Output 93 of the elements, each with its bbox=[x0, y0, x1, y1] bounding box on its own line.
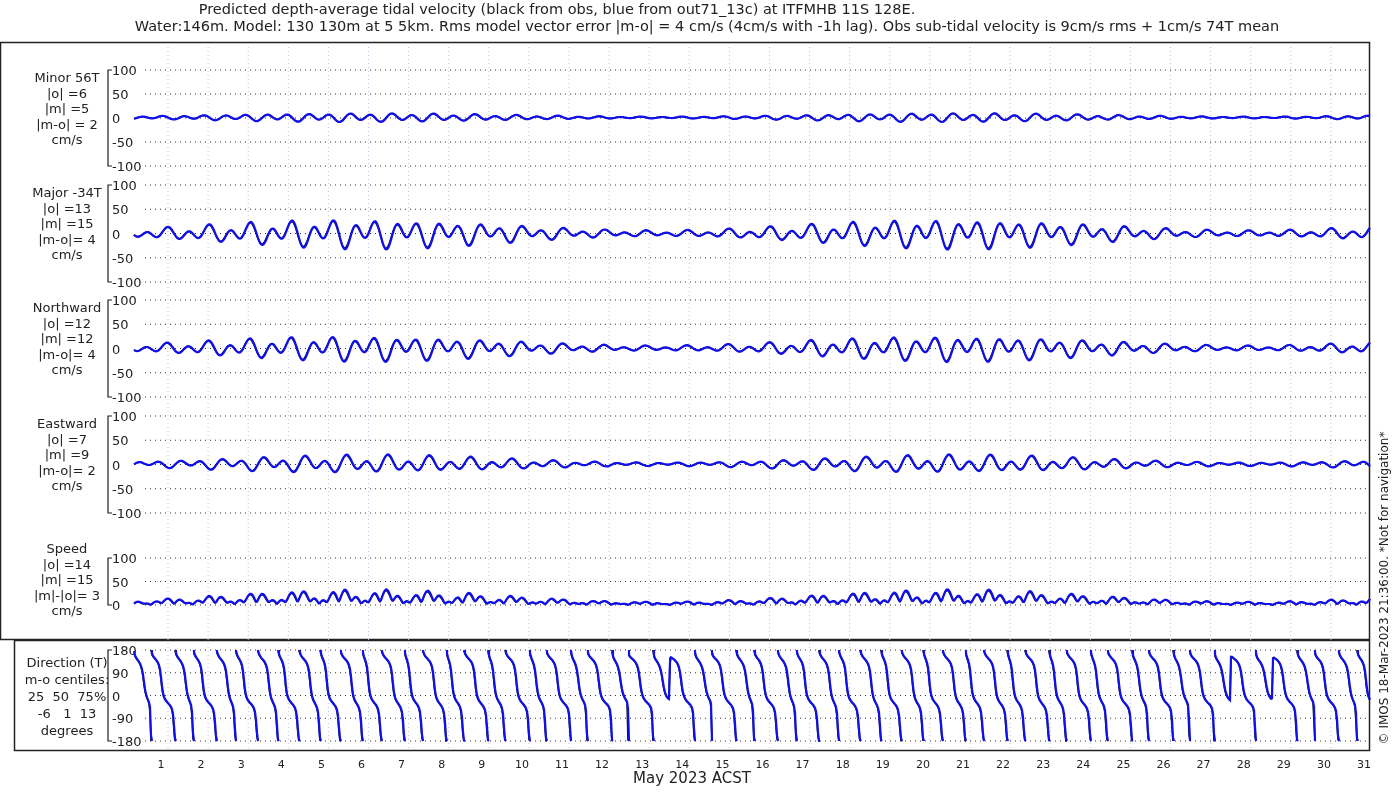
y-tick-label: -50 bbox=[112, 250, 134, 266]
x-tick-label: 27 bbox=[1196, 758, 1211, 771]
chart-title: Predicted depth-average tidal velocity (black from obs, blue from out71_13c) at ITFMHB 11S 128E. bbox=[198, 1, 916, 17]
y-tick-label: -100 bbox=[112, 159, 142, 174]
x-tick-label: 28 bbox=[1236, 758, 1251, 771]
x-tick-label: 5 bbox=[317, 758, 325, 771]
x-tick-label: 10 bbox=[514, 758, 529, 771]
x-tick-label: 31 bbox=[1357, 758, 1371, 771]
x-tick-label: 19 bbox=[875, 758, 890, 771]
y-tick-label: 0 bbox=[112, 341, 121, 357]
y-tick-label: -50 bbox=[112, 365, 134, 381]
y-axis bbox=[107, 557, 113, 606]
x-tick-label: 22 bbox=[996, 758, 1011, 771]
x-tick-label: 29 bbox=[1276, 758, 1291, 771]
y-tick-label: 50 bbox=[112, 574, 129, 590]
panel-label: |m-o|= 2 bbox=[38, 462, 96, 478]
x-tick-label: 6 bbox=[358, 758, 365, 771]
y-tick-label: 100 bbox=[112, 178, 137, 193]
panel-label: cm/s bbox=[51, 603, 83, 618]
panel-label: Speed bbox=[46, 541, 88, 556]
y-tick-label: 0 bbox=[112, 111, 121, 126]
y-tick-label: 50 bbox=[112, 87, 129, 102]
x-tick-label: 24 bbox=[1076, 758, 1091, 771]
panel-label: |m|-|o|= 3 bbox=[33, 587, 101, 603]
panel-label: |m| =5 bbox=[44, 101, 90, 116]
panel-label: |m| =15 bbox=[40, 216, 94, 231]
panel-label: Major -34T bbox=[32, 185, 102, 200]
panel-label: cm/s bbox=[51, 132, 83, 147]
credit-text: © IMOS 18-Mar-2023 21:36:00. *Not for navigation* bbox=[1377, 431, 1391, 745]
panel-label: |o| =7 bbox=[47, 431, 87, 447]
panel-label: -6 1 13 bbox=[37, 706, 97, 721]
panel-label: degrees bbox=[40, 723, 94, 738]
x-tick-label: 13 bbox=[635, 758, 650, 771]
panel-label: Minor 56T bbox=[34, 70, 100, 85]
panel-label: |o| =6 bbox=[47, 85, 87, 101]
panel-label: |m-o|= 4 bbox=[38, 346, 96, 362]
y-tick-label: 90 bbox=[112, 665, 129, 681]
y-tick-label: -100 bbox=[112, 275, 142, 290]
x-tick-label: 16 bbox=[755, 758, 770, 771]
x-tick-label: 18 bbox=[835, 758, 850, 771]
y-tick-label: 0 bbox=[112, 598, 121, 613]
y-tick-label: 100 bbox=[112, 409, 137, 424]
panel-label: |o| =13 bbox=[42, 200, 92, 216]
panel-label: Direction (T) bbox=[26, 655, 108, 670]
x-tick-label: 4 bbox=[277, 758, 285, 771]
y-tick-label: -50 bbox=[112, 135, 134, 150]
panel-label: |m| =15 bbox=[40, 572, 94, 587]
x-tick-label: 25 bbox=[1116, 758, 1131, 771]
x-tick-label: 9 bbox=[478, 758, 486, 771]
panel-label: cm/s bbox=[51, 362, 83, 377]
x-axis-label: May 2023 ACST bbox=[633, 769, 751, 787]
y-tick-label: 50 bbox=[112, 202, 129, 218]
panel-label: |m-o| = 2 bbox=[36, 116, 98, 132]
panel-label: 25 50 75% bbox=[27, 689, 107, 704]
y-tick-label: -100 bbox=[112, 390, 142, 405]
y-tick-label: -180 bbox=[112, 734, 142, 749]
x-tick-label: 23 bbox=[1036, 758, 1051, 771]
x-tick-label: 2 bbox=[197, 758, 205, 771]
panel-label: Eastward bbox=[37, 416, 97, 431]
panel-label: |o| =14 bbox=[42, 556, 92, 572]
panel-label: |o| =12 bbox=[42, 315, 92, 331]
y-tick-label: 100 bbox=[112, 63, 137, 78]
y-tick-label: 0 bbox=[112, 688, 121, 704]
panel-label: cm/s bbox=[51, 247, 83, 262]
y-tick-label: -50 bbox=[112, 481, 134, 497]
x-tick-label: 11 bbox=[555, 758, 569, 771]
x-tick-label: 14 bbox=[675, 758, 690, 771]
x-tick-label: 12 bbox=[595, 758, 610, 771]
y-tick-label: -100 bbox=[112, 506, 142, 521]
y-tick-label: 100 bbox=[112, 293, 137, 308]
x-tick-label: 30 bbox=[1316, 758, 1331, 771]
y-tick-label: 50 bbox=[112, 317, 129, 333]
panel-label: |m| =9 bbox=[44, 447, 90, 462]
y-tick-label: -90 bbox=[112, 711, 134, 727]
x-tick-label: 26 bbox=[1156, 758, 1171, 771]
y-tick-label: 100 bbox=[112, 551, 137, 566]
x-tick-label: 7 bbox=[398, 758, 406, 771]
x-tick-label: 8 bbox=[438, 758, 446, 771]
x-tick-label: 15 bbox=[715, 758, 730, 771]
x-tick-label: 17 bbox=[795, 758, 810, 771]
panel-label: |m-o|= 4 bbox=[38, 231, 96, 247]
y-tick-label: 0 bbox=[112, 226, 121, 242]
panel-label: |m| =12 bbox=[40, 331, 94, 346]
panel-label: Northward bbox=[32, 300, 102, 315]
chart-title: Water:146m. Model: 130 130m at 5 5km. Rms model vector error |m-o| = 4 cm/s (4cm/s with -1h lag). Obs sub-tidal velocity is 9cm/s rms + 1cm/s 74T mean bbox=[134, 18, 1280, 34]
x-tick-label: 1 bbox=[157, 758, 165, 771]
panel-label: cm/s bbox=[51, 478, 83, 493]
x-tick-label: 3 bbox=[237, 758, 245, 771]
x-tick-label: 20 bbox=[915, 758, 930, 771]
y-tick-label: 0 bbox=[112, 457, 121, 473]
y-tick-label: 180 bbox=[112, 643, 137, 658]
y-tick-label: 50 bbox=[112, 433, 129, 449]
x-tick-label: 21 bbox=[956, 758, 970, 771]
